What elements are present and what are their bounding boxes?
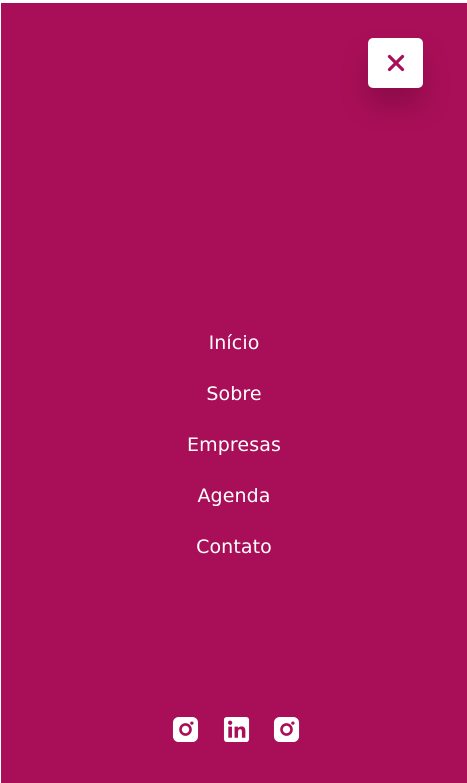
nav-link-inicio[interactable]: Início: [209, 325, 260, 361]
instagram-link[interactable]: [172, 716, 199, 743]
nav-item-inicio: Início: [1, 325, 467, 376]
nav-link-sobre[interactable]: Sobre: [206, 376, 261, 412]
nav-item-contato: Contato: [1, 529, 467, 580]
close-icon: [387, 54, 404, 72]
mobile-nav: Início Sobre Empresas Agenda Contato: [1, 325, 467, 580]
nav-link-agenda[interactable]: Agenda: [197, 478, 270, 514]
instagram-icon: [273, 716, 300, 743]
instagram-link-secondary[interactable]: [273, 716, 300, 743]
linkedin-icon: [223, 716, 249, 743]
nav-item-agenda: Agenda: [1, 478, 467, 529]
social-links: [172, 716, 300, 743]
nav-link-contato[interactable]: Contato: [196, 529, 272, 565]
nav-item-empresas: Empresas: [1, 427, 467, 478]
close-menu-button[interactable]: [368, 38, 423, 88]
instagram-icon: [172, 716, 199, 743]
linkedin-link[interactable]: [223, 716, 250, 743]
nav-link-empresas[interactable]: Empresas: [187, 427, 281, 463]
mobile-menu-overlay: Início Sobre Empresas Agenda Contato: [1, 3, 467, 783]
nav-item-sobre: Sobre: [1, 376, 467, 427]
